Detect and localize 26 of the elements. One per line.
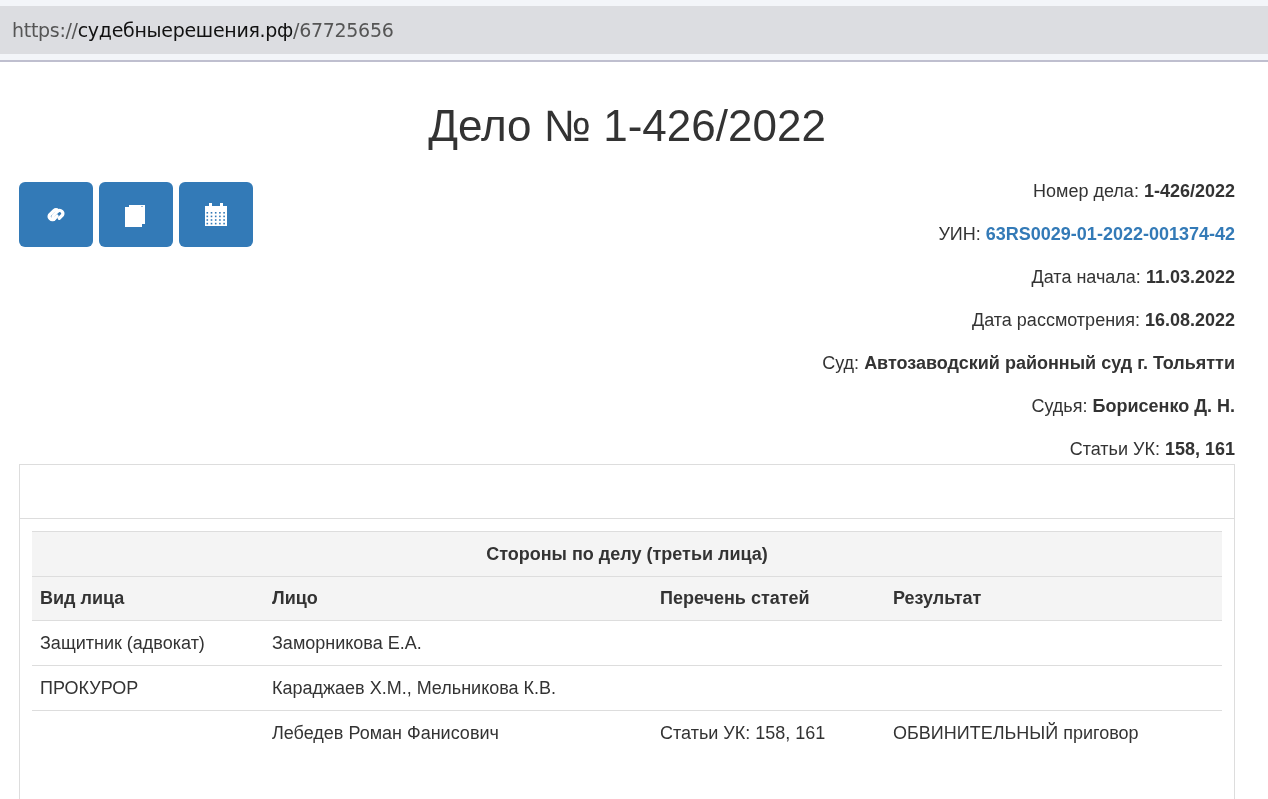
column-header: Вид лица bbox=[32, 576, 264, 621]
table-cell: ОБВИНИТЕЛЬНЫЙ приговор bbox=[885, 710, 1222, 755]
table-cell: Статьи УК: 158, 161 bbox=[652, 710, 885, 755]
case-detail: Дата начала: 11.03.2022 bbox=[1031, 266, 1235, 288]
link-button[interactable] bbox=[19, 182, 93, 247]
table-cell: Караджаев Х.М., Мельникова К.В. bbox=[264, 665, 652, 711]
table-cell: Лебедев Роман Фанисович bbox=[264, 710, 652, 755]
case-detail: Номер дела: 1-426/2022 bbox=[1033, 180, 1235, 202]
table-cell: Защитник (адвокат) bbox=[32, 620, 264, 666]
address-bar-url[interactable]: https://судебныерешения.рф/67725656 bbox=[12, 19, 394, 41]
uin-link[interactable]: 63RS0029-01-2022-001374-42 bbox=[985, 224, 1235, 244]
case-detail: Статьи УК: 158, 161 bbox=[1069, 438, 1235, 460]
table-cell: Заморникова Е.А. bbox=[264, 620, 652, 666]
table-caption: Стороны по делу (третьи лица) bbox=[32, 531, 1222, 577]
table-cell: ПРОКУРОР bbox=[32, 665, 264, 711]
column-header: Перечень статей bbox=[652, 576, 885, 621]
column-header: Лицо bbox=[264, 576, 652, 621]
column-header: Результат bbox=[885, 576, 1222, 621]
case-detail: Суд: Автозаводский районный суд г. Тольятти bbox=[822, 352, 1235, 374]
case-detail: УИН: 63RS0029-01-2022-001374-42 bbox=[938, 223, 1235, 245]
case-detail: Судья: Борисенко Д. Н. bbox=[1031, 395, 1235, 417]
case-detail: Дата рассмотрения: 16.08.2022 bbox=[972, 309, 1235, 331]
page-title: Дело № 1-426/2022 bbox=[427, 100, 827, 152]
book-button[interactable] bbox=[99, 182, 173, 247]
calendar-button[interactable] bbox=[179, 182, 253, 247]
calendar-icon bbox=[203, 201, 229, 228]
